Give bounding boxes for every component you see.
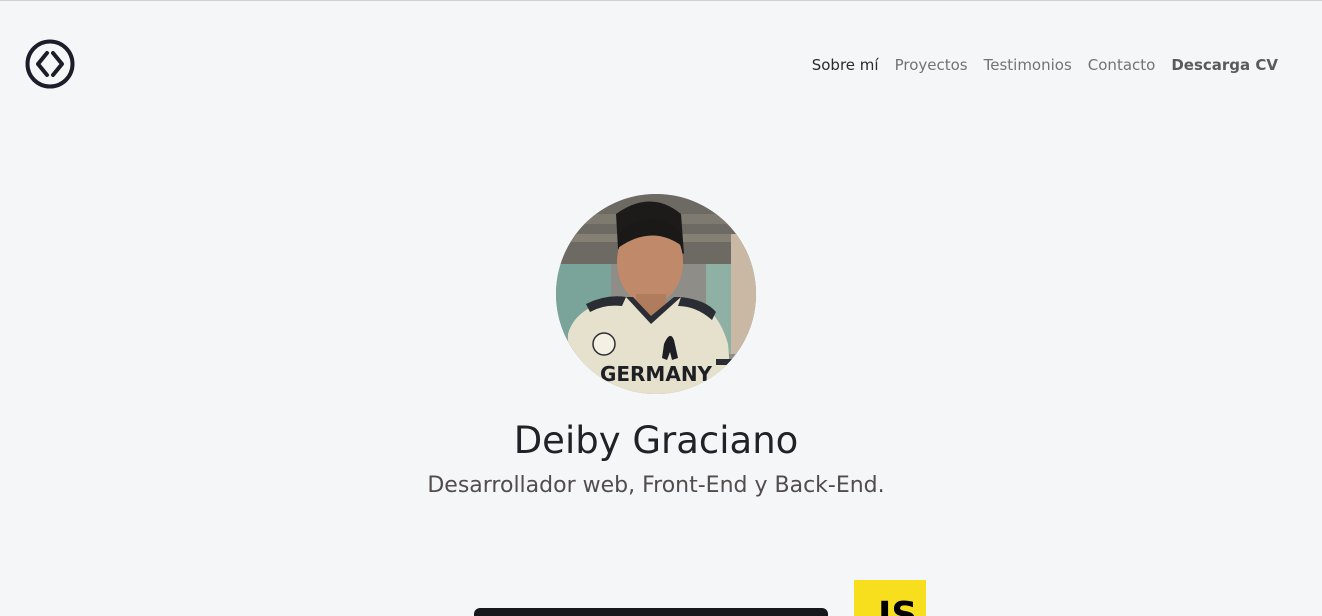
js-badge-label: JS — [878, 595, 918, 616]
nav-link-projects[interactable]: Proyectos — [895, 56, 968, 74]
code-card — [474, 608, 828, 616]
javascript-icon: JS — [854, 580, 926, 616]
nav-link-about[interactable]: Sobre mí — [812, 56, 879, 74]
profile-photo: GERMANY — [556, 194, 756, 394]
nav-link-contact[interactable]: Contacto — [1088, 56, 1156, 74]
code-brackets-circle-icon[interactable] — [25, 39, 75, 89]
svg-text:GERMANY: GERMANY — [600, 362, 713, 386]
main-nav: Sobre mí Proyectos Testimonios Contacto … — [812, 54, 1278, 76]
portfolio-page: Sobre mí Proyectos Testimonios Contacto … — [0, 0, 1322, 616]
hero-name: Deiby Graciano — [513, 419, 799, 462]
hero-role: Desarrollador web, Front-End y Back-End. — [427, 473, 885, 498]
top-divider — [0, 0, 1322, 1]
download-cv-link[interactable]: Descarga CV — [1171, 56, 1278, 74]
nav-link-testimonials[interactable]: Testimonios — [984, 56, 1072, 74]
avatar: GERMANY — [556, 194, 756, 394]
